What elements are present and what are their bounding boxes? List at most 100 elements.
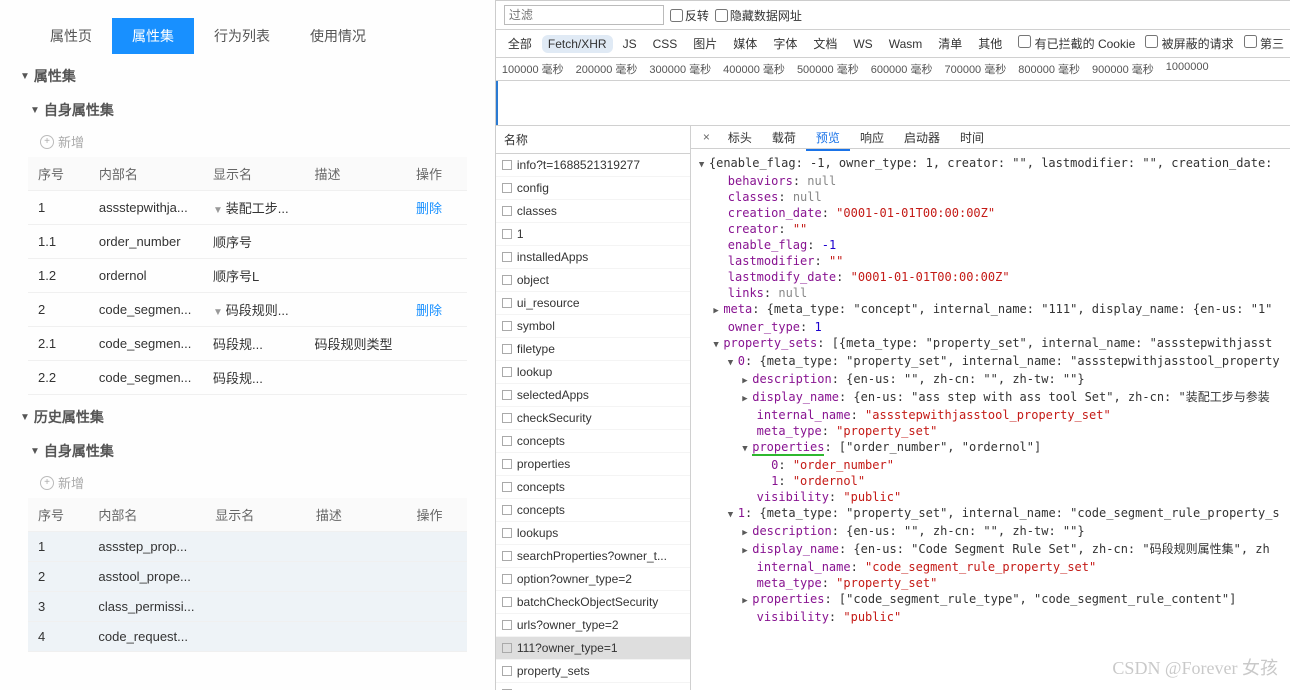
request-item[interactable]: selectedApps	[496, 384, 690, 407]
delete-link[interactable]: 删除	[416, 201, 442, 216]
request-item[interactable]: filetype	[496, 338, 690, 361]
json-preview[interactable]: ▼{enable_flag: -1, owner_type: 1, creato…	[691, 149, 1290, 690]
table-row[interactable]: 1assstep_prop...	[28, 532, 467, 562]
filter-type[interactable]: 图片	[687, 33, 723, 54]
request-icon	[502, 183, 512, 193]
request-item[interactable]: checkSecurity	[496, 407, 690, 430]
name-column-header[interactable]: 名称	[496, 126, 690, 154]
request-item[interactable]: config	[496, 177, 690, 200]
filter-input[interactable]	[504, 5, 664, 25]
request-icon	[502, 367, 512, 377]
table-row[interactable]: 2.1code_segmen...码段规...码段规则类型	[28, 327, 467, 361]
detail-tab[interactable]: 载荷	[762, 127, 806, 149]
caret-down-icon: ▼	[30, 446, 40, 457]
filter-type[interactable]: JS	[617, 35, 643, 53]
request-item[interactable]: property_sets	[496, 683, 690, 690]
section-self-property-set-2[interactable]: ▼自身属性集	[0, 433, 495, 467]
waterfall-chart[interactable]	[496, 81, 1290, 126]
request-item[interactable]: batchCheckObjectSecurity	[496, 591, 690, 614]
table-row[interactable]: 1.2ordernol顺序号L	[28, 259, 467, 293]
filter-type[interactable]: Fetch/XHR	[542, 35, 613, 53]
filter-type[interactable]: 其他	[972, 33, 1008, 54]
request-item[interactable]: info?t=1688521319277	[496, 154, 690, 177]
request-item[interactable]: property_sets	[496, 660, 690, 683]
timeline-tick: 500000 毫秒	[791, 58, 865, 80]
tab-usage[interactable]: 使用情况	[290, 18, 386, 54]
section-property-set[interactable]: ▼属性集	[0, 54, 495, 92]
detail-tab[interactable]: 时间	[950, 127, 994, 149]
checkbox-cookie1[interactable]: 有已拦截的 Cookie	[1018, 35, 1135, 52]
request-item[interactable]: concepts	[496, 499, 690, 522]
request-item[interactable]: option?owner_type=2	[496, 568, 690, 591]
request-item[interactable]: classes	[496, 200, 690, 223]
filter-type[interactable]: 字体	[767, 33, 803, 54]
filter-type[interactable]: WS	[847, 35, 878, 53]
detail-tab[interactable]: 预览	[806, 127, 850, 151]
request-item[interactable]: lookups	[496, 522, 690, 545]
table-row[interactable]: 2asstool_prope...	[28, 562, 467, 592]
request-item[interactable]: urls?owner_type=2	[496, 614, 690, 637]
add-button-2[interactable]: +新增	[0, 467, 495, 498]
request-icon	[502, 275, 512, 285]
filter-type[interactable]: 媒体	[727, 33, 763, 54]
request-item[interactable]: object	[496, 269, 690, 292]
detail-tab[interactable]: 启动器	[894, 127, 950, 149]
table-row[interactable]: 2code_segmen...▼ 码段规则...删除	[28, 293, 467, 327]
col-seq: 序号	[28, 157, 89, 191]
timeline-ruler[interactable]: 100000 毫秒200000 毫秒300000 毫秒400000 毫秒5000…	[496, 58, 1290, 81]
request-item[interactable]: symbol	[496, 315, 690, 338]
col-op: 操作	[406, 157, 467, 191]
main-tabs: 属性页 属性集 行为列表 使用情况	[0, 0, 495, 54]
request-item[interactable]: concepts	[496, 430, 690, 453]
detail-tab[interactable]: 响应	[850, 127, 894, 149]
close-icon[interactable]: ×	[697, 128, 716, 146]
hide-data-checkbox[interactable]: 隐藏数据网址	[715, 7, 802, 24]
request-item[interactable]: 1	[496, 223, 690, 246]
filter-type[interactable]: CSS	[647, 35, 684, 53]
tab-behavior-list[interactable]: 行为列表	[194, 18, 290, 54]
request-item[interactable]: installedApps	[496, 246, 690, 269]
detail-tab[interactable]: 标头	[718, 127, 762, 149]
invert-checkbox[interactable]: 反转	[670, 7, 709, 24]
request-icon	[502, 482, 512, 492]
request-icon	[502, 666, 512, 676]
table-row[interactable]: 2.2code_segmen...码段规...	[28, 361, 467, 395]
filter-type[interactable]: 文档	[807, 33, 843, 54]
delete-link[interactable]: 删除	[416, 303, 442, 318]
request-item[interactable]: 111?owner_type=1	[496, 637, 690, 660]
col-desc: 描述	[305, 157, 406, 191]
devtools-toolbar: 反转 隐藏数据网址	[496, 1, 1290, 30]
table-row[interactable]: 3class_permissi...	[28, 592, 467, 622]
history-property-set-table: 序号 内部名 显示名 描述 操作 1assstep_prop...2asstoo…	[28, 498, 467, 652]
request-icon	[502, 528, 512, 538]
request-item[interactable]: concepts	[496, 476, 690, 499]
filter-type[interactable]: 全部	[502, 33, 538, 54]
table-row[interactable]: 1.1order_number顺序号	[28, 225, 467, 259]
caret-down-icon: ▼	[20, 412, 30, 423]
table-row[interactable]: 4code_request...	[28, 622, 467, 652]
request-item[interactable]: ui_resource	[496, 292, 690, 315]
request-item[interactable]: searchProperties?owner_t...	[496, 545, 690, 568]
checkbox-cookie3[interactable]: 第三	[1244, 35, 1284, 52]
section-history-property-set[interactable]: ▼历史属性集	[0, 395, 495, 433]
timeline-tick: 300000 毫秒	[643, 58, 717, 80]
filter-type[interactable]: Wasm	[883, 35, 929, 53]
table-row[interactable]: 1assstepwithja...▼ 装配工步...删除	[28, 191, 467, 225]
request-icon	[502, 436, 512, 446]
request-item[interactable]: properties	[496, 453, 690, 476]
request-item[interactable]: lookup	[496, 361, 690, 384]
section-title: 自身属性集	[44, 100, 114, 120]
timeline-tick: 200000 毫秒	[570, 58, 644, 80]
request-icon	[502, 321, 512, 331]
request-icon	[502, 252, 512, 262]
tab-property-set[interactable]: 属性集	[112, 18, 194, 54]
add-button[interactable]: +新增	[0, 126, 495, 157]
filter-type-row: 全部Fetch/XHRJSCSS图片媒体字体文档WS Wasm清单其他 有已拦截的…	[496, 30, 1290, 58]
request-icon	[502, 459, 512, 469]
section-self-property-set[interactable]: ▼自身属性集	[0, 92, 495, 126]
filter-type[interactable]: 清单	[932, 33, 968, 54]
request-icon	[502, 206, 512, 216]
tab-property-page[interactable]: 属性页	[30, 18, 112, 54]
request-detail: × 标头载荷预览响应启动器时间 ▼{enable_flag: -1, owner…	[691, 126, 1290, 690]
checkbox-cookie2[interactable]: 被屏蔽的请求	[1145, 35, 1233, 52]
